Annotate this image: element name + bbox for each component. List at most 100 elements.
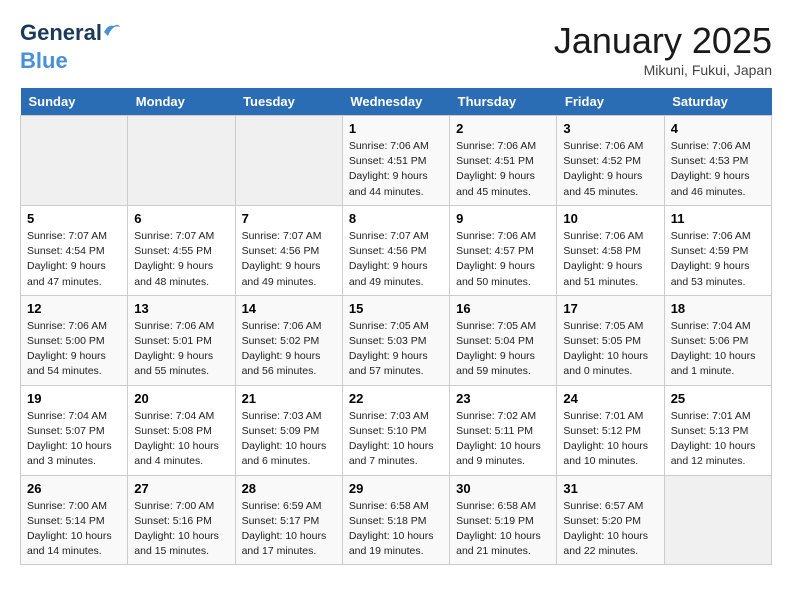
logo-bird-icon <box>102 22 120 36</box>
day-number: 19 <box>27 391 121 406</box>
day-info: Sunrise: 7:06 AMSunset: 4:59 PMDaylight:… <box>671 229 765 290</box>
page-header: General Blue January 2025 Mikuni, Fukui,… <box>20 20 772 78</box>
calendar-cell: 16 Sunrise: 7:05 AMSunset: 5:04 PMDayligh… <box>450 295 557 385</box>
day-info: Sunrise: 7:06 AMSunset: 4:58 PMDaylight:… <box>563 229 657 290</box>
day-number: 3 <box>563 121 657 136</box>
calendar-cell: 11 Sunrise: 7:06 AMSunset: 4:59 PMDayligh… <box>664 205 771 295</box>
location-subtitle: Mikuni, Fukui, Japan <box>554 62 772 78</box>
day-number: 1 <box>349 121 443 136</box>
day-number: 6 <box>134 211 228 226</box>
logo-text-general: General <box>20 20 102 45</box>
day-info: Sunrise: 7:03 AMSunset: 5:10 PMDaylight:… <box>349 409 443 470</box>
calendar-cell <box>235 116 342 206</box>
weekday-header-row: SundayMondayTuesdayWednesdayThursdayFrid… <box>21 88 772 116</box>
calendar-cell: 26 Sunrise: 7:00 AMSunset: 5:14 PMDayligh… <box>21 475 128 565</box>
calendar-cell: 13 Sunrise: 7:06 AMSunset: 5:01 PMDayligh… <box>128 295 235 385</box>
calendar-week-row: 19 Sunrise: 7:04 AMSunset: 5:07 PMDayligh… <box>21 385 772 475</box>
title-block: January 2025 Mikuni, Fukui, Japan <box>554 20 772 78</box>
day-info: Sunrise: 7:02 AMSunset: 5:11 PMDaylight:… <box>456 409 550 470</box>
day-info: Sunrise: 7:06 AMSunset: 4:53 PMDaylight:… <box>671 139 765 200</box>
day-number: 10 <box>563 211 657 226</box>
day-info: Sunrise: 7:04 AMSunset: 5:08 PMDaylight:… <box>134 409 228 470</box>
day-info: Sunrise: 7:00 AMSunset: 5:16 PMDaylight:… <box>134 499 228 560</box>
calendar-cell: 1Sunrise: 7:06 AMSunset: 4:51 PMDaylight… <box>342 116 449 206</box>
calendar-cell: 29Sunrise: 6:58 AMSunset: 5:18 PMDayligh… <box>342 475 449 565</box>
day-info: Sunrise: 7:07 AMSunset: 4:55 PMDaylight:… <box>134 229 228 290</box>
weekday-header-wednesday: Wednesday <box>342 88 449 116</box>
calendar-cell <box>21 116 128 206</box>
calendar-cell <box>128 116 235 206</box>
calendar-week-row: 26 Sunrise: 7:00 AMSunset: 5:14 PMDayligh… <box>21 475 772 565</box>
calendar-week-row: 12 Sunrise: 7:06 AMSunset: 5:00 PMDayligh… <box>21 295 772 385</box>
day-number: 2 <box>456 121 550 136</box>
calendar-cell: 2 Sunrise: 7:06 AMSunset: 4:51 PMDaylight… <box>450 116 557 206</box>
day-info: Sunrise: 7:07 AMSunset: 4:56 PMDaylight:… <box>242 229 336 290</box>
day-info: Sunrise: 7:06 AMSunset: 5:02 PMDaylight:… <box>242 319 336 380</box>
day-number: 11 <box>671 211 765 226</box>
calendar-cell: 9 Sunrise: 7:06 AMSunset: 4:57 PMDaylight… <box>450 205 557 295</box>
day-info: Sunrise: 7:01 AMSunset: 5:12 PMDaylight:… <box>563 409 657 470</box>
day-number: 5 <box>27 211 121 226</box>
calendar-table: SundayMondayTuesdayWednesdayThursdayFrid… <box>20 88 772 565</box>
day-info: Sunrise: 7:01 AMSunset: 5:13 PMDaylight:… <box>671 409 765 470</box>
calendar-cell: 3 Sunrise: 7:06 AMSunset: 4:52 PMDaylight… <box>557 116 664 206</box>
day-info: Sunrise: 7:06 AMSunset: 4:52 PMDaylight:… <box>563 139 657 200</box>
calendar-cell: 22 Sunrise: 7:03 AMSunset: 5:10 PMDayligh… <box>342 385 449 475</box>
day-number: 13 <box>134 301 228 316</box>
day-info: Sunrise: 7:03 AMSunset: 5:09 PMDaylight:… <box>242 409 336 470</box>
weekday-header-thursday: Thursday <box>450 88 557 116</box>
calendar-cell: 18 Sunrise: 7:04 AMSunset: 5:06 PMDayligh… <box>664 295 771 385</box>
calendar-cell: 7Sunrise: 7:07 AMSunset: 4:56 PMDaylight… <box>235 205 342 295</box>
weekday-header-monday: Monday <box>128 88 235 116</box>
day-info: Sunrise: 7:05 AMSunset: 5:04 PMDaylight:… <box>456 319 550 380</box>
calendar-cell: 25 Sunrise: 7:01 AMSunset: 5:13 PMDayligh… <box>664 385 771 475</box>
calendar-cell: 10 Sunrise: 7:06 AMSunset: 4:58 PMDayligh… <box>557 205 664 295</box>
day-info: Sunrise: 7:04 AMSunset: 5:07 PMDaylight:… <box>27 409 121 470</box>
day-number: 31 <box>563 481 657 496</box>
calendar-cell <box>664 475 771 565</box>
day-number: 26 <box>27 481 121 496</box>
day-number: 20 <box>134 391 228 406</box>
day-number: 9 <box>456 211 550 226</box>
calendar-cell: 31 Sunrise: 6:57 AMSunset: 5:20 PMDayligh… <box>557 475 664 565</box>
day-number: 12 <box>27 301 121 316</box>
day-info: Sunrise: 7:04 AMSunset: 5:06 PMDaylight:… <box>671 319 765 380</box>
calendar-cell: 30Sunrise: 6:58 AMSunset: 5:19 PMDayligh… <box>450 475 557 565</box>
day-number: 4 <box>671 121 765 136</box>
day-info: Sunrise: 7:05 AMSunset: 5:03 PMDaylight:… <box>349 319 443 380</box>
day-number: 14 <box>242 301 336 316</box>
day-info: Sunrise: 7:06 AMSunset: 4:57 PMDaylight:… <box>456 229 550 290</box>
day-number: 15 <box>349 301 443 316</box>
day-number: 22 <box>349 391 443 406</box>
day-info: Sunrise: 6:59 AMSunset: 5:17 PMDaylight:… <box>242 499 336 560</box>
day-info: Sunrise: 7:06 AMSunset: 5:00 PMDaylight:… <box>27 319 121 380</box>
day-number: 25 <box>671 391 765 406</box>
weekday-header-saturday: Saturday <box>664 88 771 116</box>
day-number: 8 <box>349 211 443 226</box>
calendar-cell: 14 Sunrise: 7:06 AMSunset: 5:02 PMDayligh… <box>235 295 342 385</box>
calendar-week-row: 1 Sunrise: 7:06 AMSunset: 4:51 PMDaylight… <box>21 116 772 206</box>
day-number: 21 <box>242 391 336 406</box>
calendar-cell: 17Sunrise: 7:05 AMSunset: 5:05 PMDayligh… <box>557 295 664 385</box>
calendar-cell: 23 Sunrise: 7:02 AMSunset: 5:11 PMDayligh… <box>450 385 557 475</box>
day-info: Sunrise: 6:57 AMSunset: 5:20 PMDaylight:… <box>563 499 657 560</box>
day-info: Sunrise: 7:06 AMSunset: 5:01 PMDaylight:… <box>134 319 228 380</box>
calendar-cell: 28 Sunrise: 6:59 AMSunset: 5:17 PMDayligh… <box>235 475 342 565</box>
month-title: January 2025 <box>554 20 772 62</box>
calendar-cell: 12 Sunrise: 7:06 AMSunset: 5:00 PMDayligh… <box>21 295 128 385</box>
weekday-header-friday: Friday <box>557 88 664 116</box>
calendar-cell: 19 Sunrise: 7:04 AMSunset: 5:07 PMDayligh… <box>21 385 128 475</box>
day-number: 23 <box>456 391 550 406</box>
calendar-cell: 5Sunrise: 7:07 AMSunset: 4:54 PMDaylight… <box>21 205 128 295</box>
day-info: Sunrise: 7:00 AMSunset: 5:14 PMDaylight:… <box>27 499 121 560</box>
day-info: Sunrise: 7:06 AMSunset: 4:51 PMDaylight:… <box>456 139 550 200</box>
day-number: 27 <box>134 481 228 496</box>
weekday-header-tuesday: Tuesday <box>235 88 342 116</box>
calendar-cell: 6 Sunrise: 7:07 AMSunset: 4:55 PMDaylight… <box>128 205 235 295</box>
weekday-header-sunday: Sunday <box>21 88 128 116</box>
day-number: 16 <box>456 301 550 316</box>
day-info: Sunrise: 7:05 AMSunset: 5:05 PMDaylight:… <box>563 319 657 380</box>
day-number: 28 <box>242 481 336 496</box>
day-number: 18 <box>671 301 765 316</box>
day-info: Sunrise: 7:07 AMSunset: 4:56 PMDaylight:… <box>349 229 443 290</box>
